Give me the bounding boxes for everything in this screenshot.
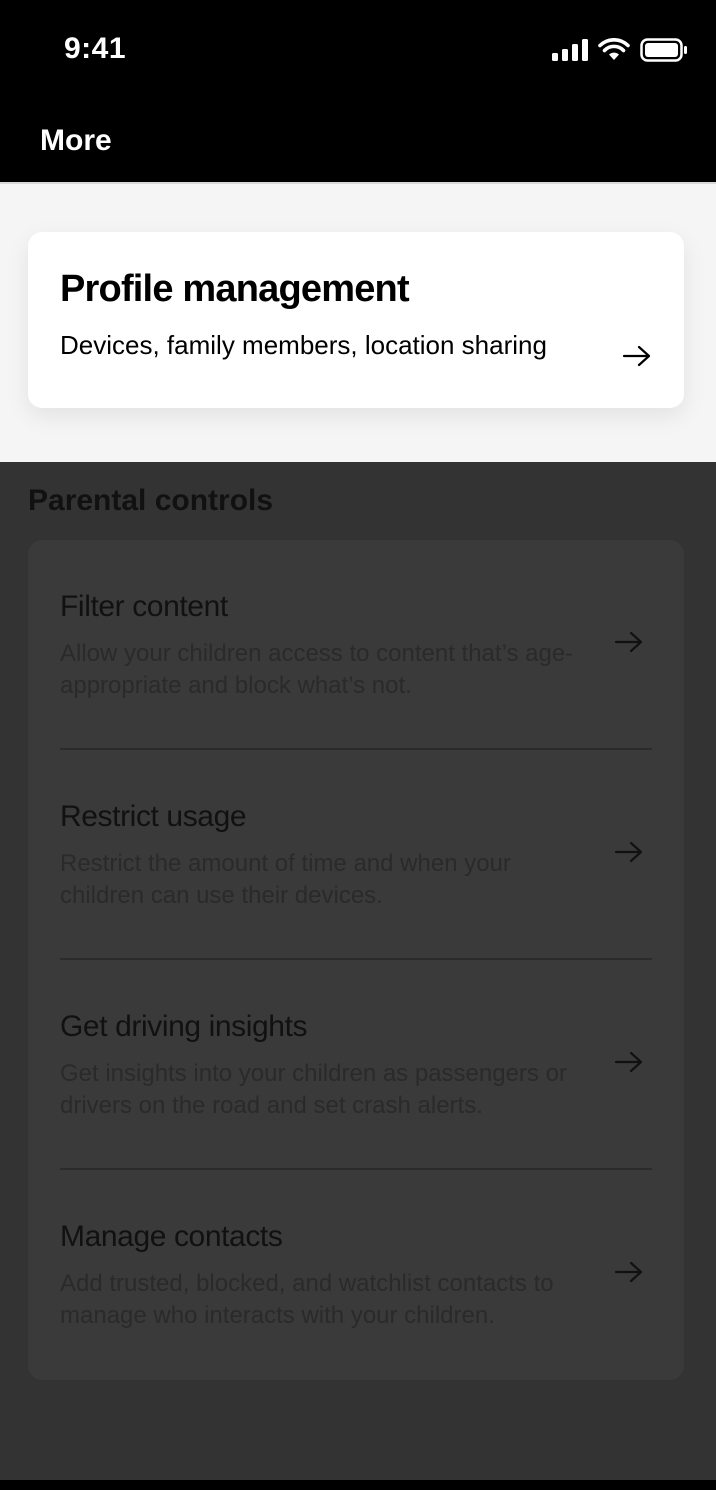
status-time: 9:41 xyxy=(64,32,127,65)
status-icons xyxy=(552,38,688,62)
bottom-bar xyxy=(0,1480,716,1490)
page-title: More xyxy=(40,124,112,157)
restrict-usage-item[interactable]: Restrict usage Restrict the amount of ti… xyxy=(28,750,684,960)
profile-management-title: Profile management xyxy=(60,268,410,310)
arrow-right-icon xyxy=(614,1261,643,1283)
parental-controls-card: Filter content Allow your children acces… xyxy=(28,540,684,1380)
control-description: Restrict the amount of time and when you… xyxy=(60,850,511,909)
manage-contacts-item[interactable]: Manage contacts Add trusted, blocked, an… xyxy=(28,1170,684,1380)
control-title: Get driving insights xyxy=(60,1010,308,1043)
control-description: Allow your children access to content th… xyxy=(60,640,574,699)
control-title: Filter content xyxy=(60,590,228,623)
more-screen: 9:41 More Profile management Devices, fa… xyxy=(0,0,716,1490)
wifi-icon xyxy=(598,38,630,60)
cellular-signal-icon xyxy=(552,39,588,61)
profile-management-card[interactable]: Profile management Devices, family membe… xyxy=(28,232,684,408)
battery-icon xyxy=(640,38,687,62)
filter-content-item[interactable]: Filter content Allow your children acces… xyxy=(28,540,684,750)
control-title: Manage contacts xyxy=(60,1220,283,1253)
top-bar: 9:41 More xyxy=(0,0,716,183)
header-divider xyxy=(0,182,716,184)
control-description: Add trusted, blocked, and watchlist cont… xyxy=(60,1270,554,1329)
arrow-right-icon xyxy=(614,631,643,653)
driving-insights-item[interactable]: Get driving insights Get insights into y… xyxy=(28,960,684,1170)
control-title: Restrict usage xyxy=(60,800,247,833)
arrow-right-icon xyxy=(614,1051,643,1073)
control-description: Get insights into your children as passe… xyxy=(60,1060,567,1119)
arrow-right-icon xyxy=(622,345,651,367)
arrow-right-icon xyxy=(614,841,643,863)
parental-controls-heading: Parental controls xyxy=(28,484,274,517)
profile-management-subtitle: Devices, family members, location sharin… xyxy=(60,330,547,360)
